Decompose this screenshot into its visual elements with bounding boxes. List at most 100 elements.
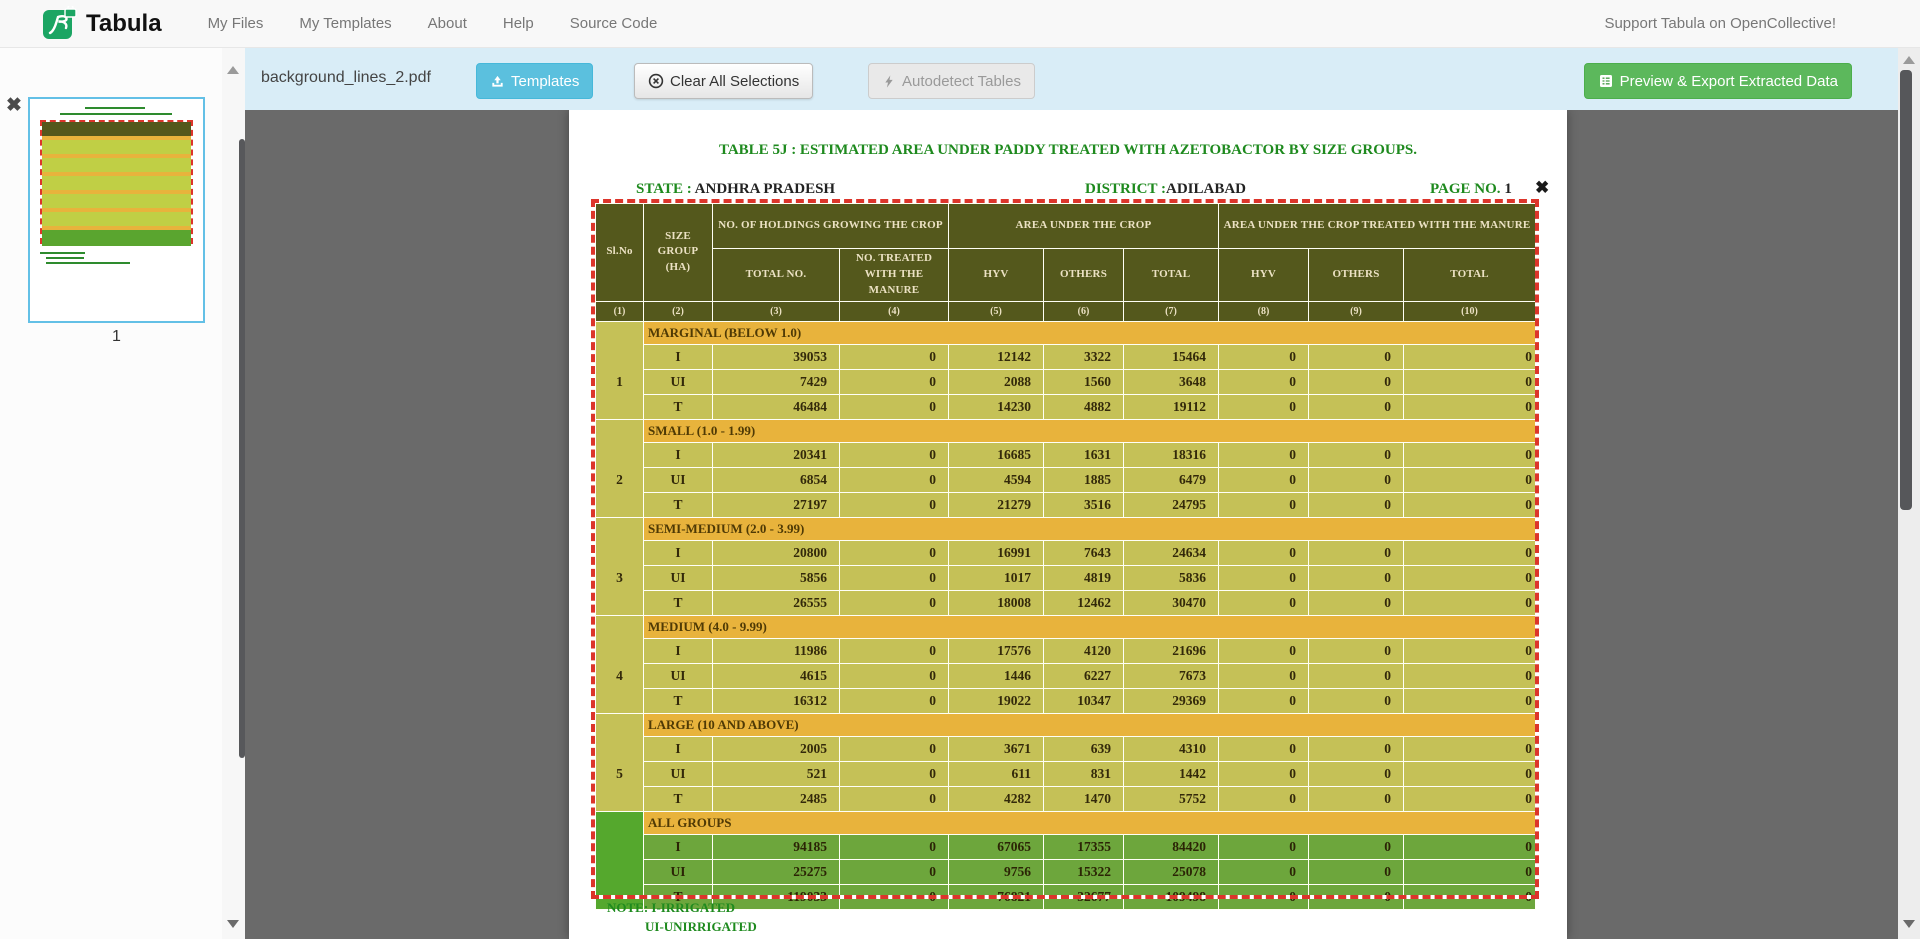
table-data-row: UI74290208815603648000 (596, 369, 1536, 394)
pdf-table-body: MARGINAL (BELOW 1.0)1I390530121423322154… (596, 321, 1536, 909)
value-cell: 6479 (1124, 467, 1219, 492)
group-band-label: SMALL (1.0 - 1.99) (644, 419, 1536, 442)
value-cell: 0 (1219, 761, 1309, 786)
main-scrollbar-thumb[interactable] (1900, 70, 1912, 510)
value-cell: 0 (1219, 736, 1309, 761)
value-cell: 0 (1309, 467, 1404, 492)
value-cell: 76821 (949, 884, 1044, 909)
slno-cell: 3 (596, 540, 644, 615)
value-cell: 7429 (713, 369, 840, 394)
row-label-cell: T (644, 688, 713, 713)
col-header-area: AREA UNDER THE CROP (949, 204, 1219, 249)
value-cell: 109498 (1124, 884, 1219, 909)
table-data-row: UI25275097561532225078000 (596, 859, 1536, 884)
col-header-hyv2: HYV (1219, 249, 1309, 302)
nav-about[interactable]: About (410, 15, 485, 32)
templates-button-label: Templates (511, 73, 579, 90)
value-cell: 25078 (1124, 859, 1219, 884)
value-cell: 0 (1404, 369, 1536, 394)
state-value: ANDHRA PRADESH (695, 181, 835, 197)
value-cell: 0 (1309, 688, 1404, 713)
value-cell: 0 (840, 761, 949, 786)
col-header-others: OTHERS (1044, 249, 1124, 302)
row-label-cell: T (644, 492, 713, 517)
value-cell: 0 (1309, 786, 1404, 811)
nav-my-templates[interactable]: My Templates (281, 15, 409, 32)
value-cell: 1560 (1044, 369, 1124, 394)
slno-cell: 1 (596, 344, 644, 419)
scroll-up-icon[interactable] (227, 66, 239, 74)
table-data-row: T265550180081246230470000 (596, 590, 1536, 615)
value-cell: 0 (1309, 590, 1404, 615)
value-cell: 27197 (713, 492, 840, 517)
support-link[interactable]: Support Tabula on OpenCollective! (1604, 15, 1836, 32)
value-cell: 4120 (1044, 638, 1124, 663)
remove-page-icon[interactable]: ✖ (6, 96, 22, 115)
table-data-row: T24850428214705752000 (596, 786, 1536, 811)
value-cell: 0 (1309, 442, 1404, 467)
clear-all-selections-button[interactable]: Clear All Selections (634, 63, 813, 99)
state-label: STATE : (636, 181, 692, 197)
value-cell: 0 (840, 663, 949, 688)
value-cell: 4882 (1044, 394, 1124, 419)
templates-button[interactable]: Templates (476, 63, 593, 99)
value-cell: 0 (1309, 369, 1404, 394)
nav-help[interactable]: Help (485, 15, 552, 32)
value-cell: 0 (840, 736, 949, 761)
scroll-down-icon[interactable] (1903, 920, 1915, 928)
value-cell: 0 (1404, 736, 1536, 761)
value-cell: 1631 (1044, 442, 1124, 467)
value-cell: 5752 (1124, 786, 1219, 811)
nav-source-code[interactable]: Source Code (552, 15, 676, 32)
value-cell: 0 (1309, 638, 1404, 663)
main-scrollbar[interactable] (1898, 48, 1920, 939)
district-value: ADILABAD (1166, 181, 1246, 197)
value-cell: 3516 (1044, 492, 1124, 517)
nav-my-files[interactable]: My Files (190, 15, 282, 32)
pdf-state-line: STATE : ANDHRA PRADESH (636, 181, 835, 198)
value-cell: 0 (840, 565, 949, 590)
sidebar-scrollbar[interactable] (222, 48, 245, 939)
value-cell: 21696 (1124, 638, 1219, 663)
table-data-row: T46484014230488219112000 (596, 394, 1536, 419)
thumb-note-line (46, 257, 84, 259)
value-cell: 0 (840, 442, 949, 467)
value-cell: 32677 (1044, 884, 1124, 909)
value-cell: 0 (840, 834, 949, 859)
col-header-others2: OTHERS (1309, 249, 1404, 302)
value-cell: 1885 (1044, 467, 1124, 492)
col-header-hyv: HYV (949, 249, 1044, 302)
row-label-cell: T (644, 590, 713, 615)
column-index-row: (1)(2) (3)(4) (5)(6) (7)(8) (9)(10) (596, 301, 1536, 321)
group-band-label: ALL GROUPS (644, 811, 1536, 834)
table-data-row: 3I20800016991764324634000 (596, 540, 1536, 565)
page-thumbnail[interactable] (28, 97, 205, 323)
value-cell: 0 (840, 467, 949, 492)
value-cell: 0 (1219, 884, 1309, 909)
clear-button-label: Clear All Selections (670, 73, 799, 90)
value-cell: 0 (1404, 884, 1536, 909)
value-cell: 0 (1404, 786, 1536, 811)
value-cell: 17355 (1044, 834, 1124, 859)
group-band-label: MEDIUM (4.0 - 9.99) (644, 615, 1536, 638)
row-label-cell: UI (644, 859, 713, 884)
col-header-slno: Sl.No (596, 204, 644, 302)
tabula-brand[interactable]: Tabula (42, 6, 162, 42)
preview-export-button[interactable]: Preview & Export Extracted Data (1584, 63, 1852, 99)
value-cell: 0 (1404, 859, 1536, 884)
value-cell: 639 (1044, 736, 1124, 761)
col-header-total-no: TOTAL NO. (713, 249, 840, 302)
value-cell: 0 (1309, 859, 1404, 884)
row-label-cell: T (644, 394, 713, 419)
scroll-up-icon[interactable] (1903, 56, 1915, 64)
selection-close-icon[interactable]: ✖ (1535, 179, 1549, 196)
value-cell: 0 (840, 394, 949, 419)
pdf-page[interactable]: TABLE 5J : ESTIMATED AREA UNDER PADDY TR… (569, 110, 1567, 939)
col-header-total2: TOTAL (1404, 249, 1536, 302)
scroll-down-icon[interactable] (227, 920, 239, 928)
value-cell: 18316 (1124, 442, 1219, 467)
table-data-row: 1I39053012142332215464000 (596, 344, 1536, 369)
table-data-row: 5I2005036716394310000 (596, 736, 1536, 761)
value-cell: 831 (1044, 761, 1124, 786)
document-filename: background_lines_2.pdf (261, 69, 431, 87)
